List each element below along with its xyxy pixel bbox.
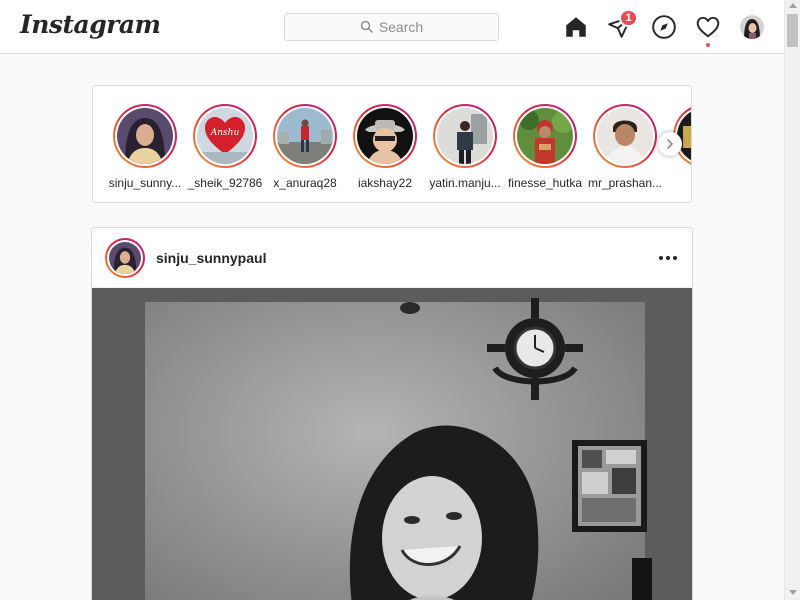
story-avatar (117, 108, 173, 164)
story-item[interactable]: yatin.manju... (425, 104, 505, 190)
post-header: sinju_sunnypaul (92, 228, 692, 288)
post-avatar-photo (109, 242, 141, 274)
scroll-thumb[interactable] (787, 14, 798, 47)
story-username: yatin.manju... (429, 176, 501, 190)
post-avatar[interactable] (105, 238, 145, 278)
story-username: offic (665, 176, 691, 190)
feed-post: sinju_sunnypaul (91, 227, 693, 600)
story-ring: Anshu (193, 104, 257, 168)
story-avatar (357, 108, 413, 164)
story-avatar (277, 108, 333, 164)
activity-dot (706, 43, 710, 47)
stories-next-button[interactable] (658, 132, 682, 156)
home-icon[interactable] (563, 14, 589, 40)
post-username[interactable]: sinju_sunnypaul (156, 250, 266, 266)
story-ring (273, 104, 337, 168)
post-photo-content (92, 288, 692, 600)
post-photo[interactable] (92, 288, 692, 600)
story-avatar (517, 108, 573, 164)
profile-avatar[interactable] (740, 15, 764, 39)
story-avatar (597, 108, 653, 164)
story-ring (513, 104, 577, 168)
stories-tray: sinju_sunny... Anshu _sheik_92786 x_anur… (92, 85, 692, 203)
story-item[interactable]: iakshay22 (345, 104, 425, 190)
scroll-up-arrow[interactable] (789, 3, 797, 8)
search-placeholder: Search (378, 19, 424, 35)
chevron-right-icon (667, 139, 673, 149)
story-username: _sheik_92786 (187, 176, 263, 190)
scroll-down-arrow[interactable] (789, 590, 797, 595)
story-username: x_anuraq28 (273, 176, 337, 190)
top-nav-bar: Instagram Search 1 (0, 0, 784, 54)
story-item[interactable]: mr_prashan... (585, 104, 665, 190)
instagram-logo[interactable]: Instagram (20, 10, 161, 39)
story-username: iakshay22 (357, 176, 413, 190)
search-input[interactable]: Search (284, 13, 499, 41)
story-item[interactable]: Anshu _sheik_92786 (185, 104, 265, 190)
notification-badge: 1 (619, 9, 638, 27)
vertical-scrollbar[interactable] (784, 0, 800, 600)
story-avatar: Anshu (197, 108, 253, 164)
more-options-icon[interactable] (656, 250, 680, 266)
story-item[interactable]: finesse_hutka (505, 104, 585, 190)
heart-icon[interactable] (695, 14, 721, 40)
story-username: finesse_hutka (507, 176, 583, 190)
story-badge-text: Anshu (210, 128, 240, 138)
story-username: sinju_sunny... (108, 176, 182, 190)
story-item[interactable]: sinju_sunny... (105, 104, 185, 190)
search-icon (360, 20, 373, 33)
explore-icon[interactable] (651, 14, 677, 40)
story-ring (593, 104, 657, 168)
story-username: mr_prashan... (587, 176, 663, 190)
story-avatar (437, 108, 493, 164)
story-ring (433, 104, 497, 168)
story-ring (113, 104, 177, 168)
story-ring (353, 104, 417, 168)
profile-photo (740, 15, 764, 39)
story-item[interactable]: x_anuraq28 (265, 104, 345, 190)
